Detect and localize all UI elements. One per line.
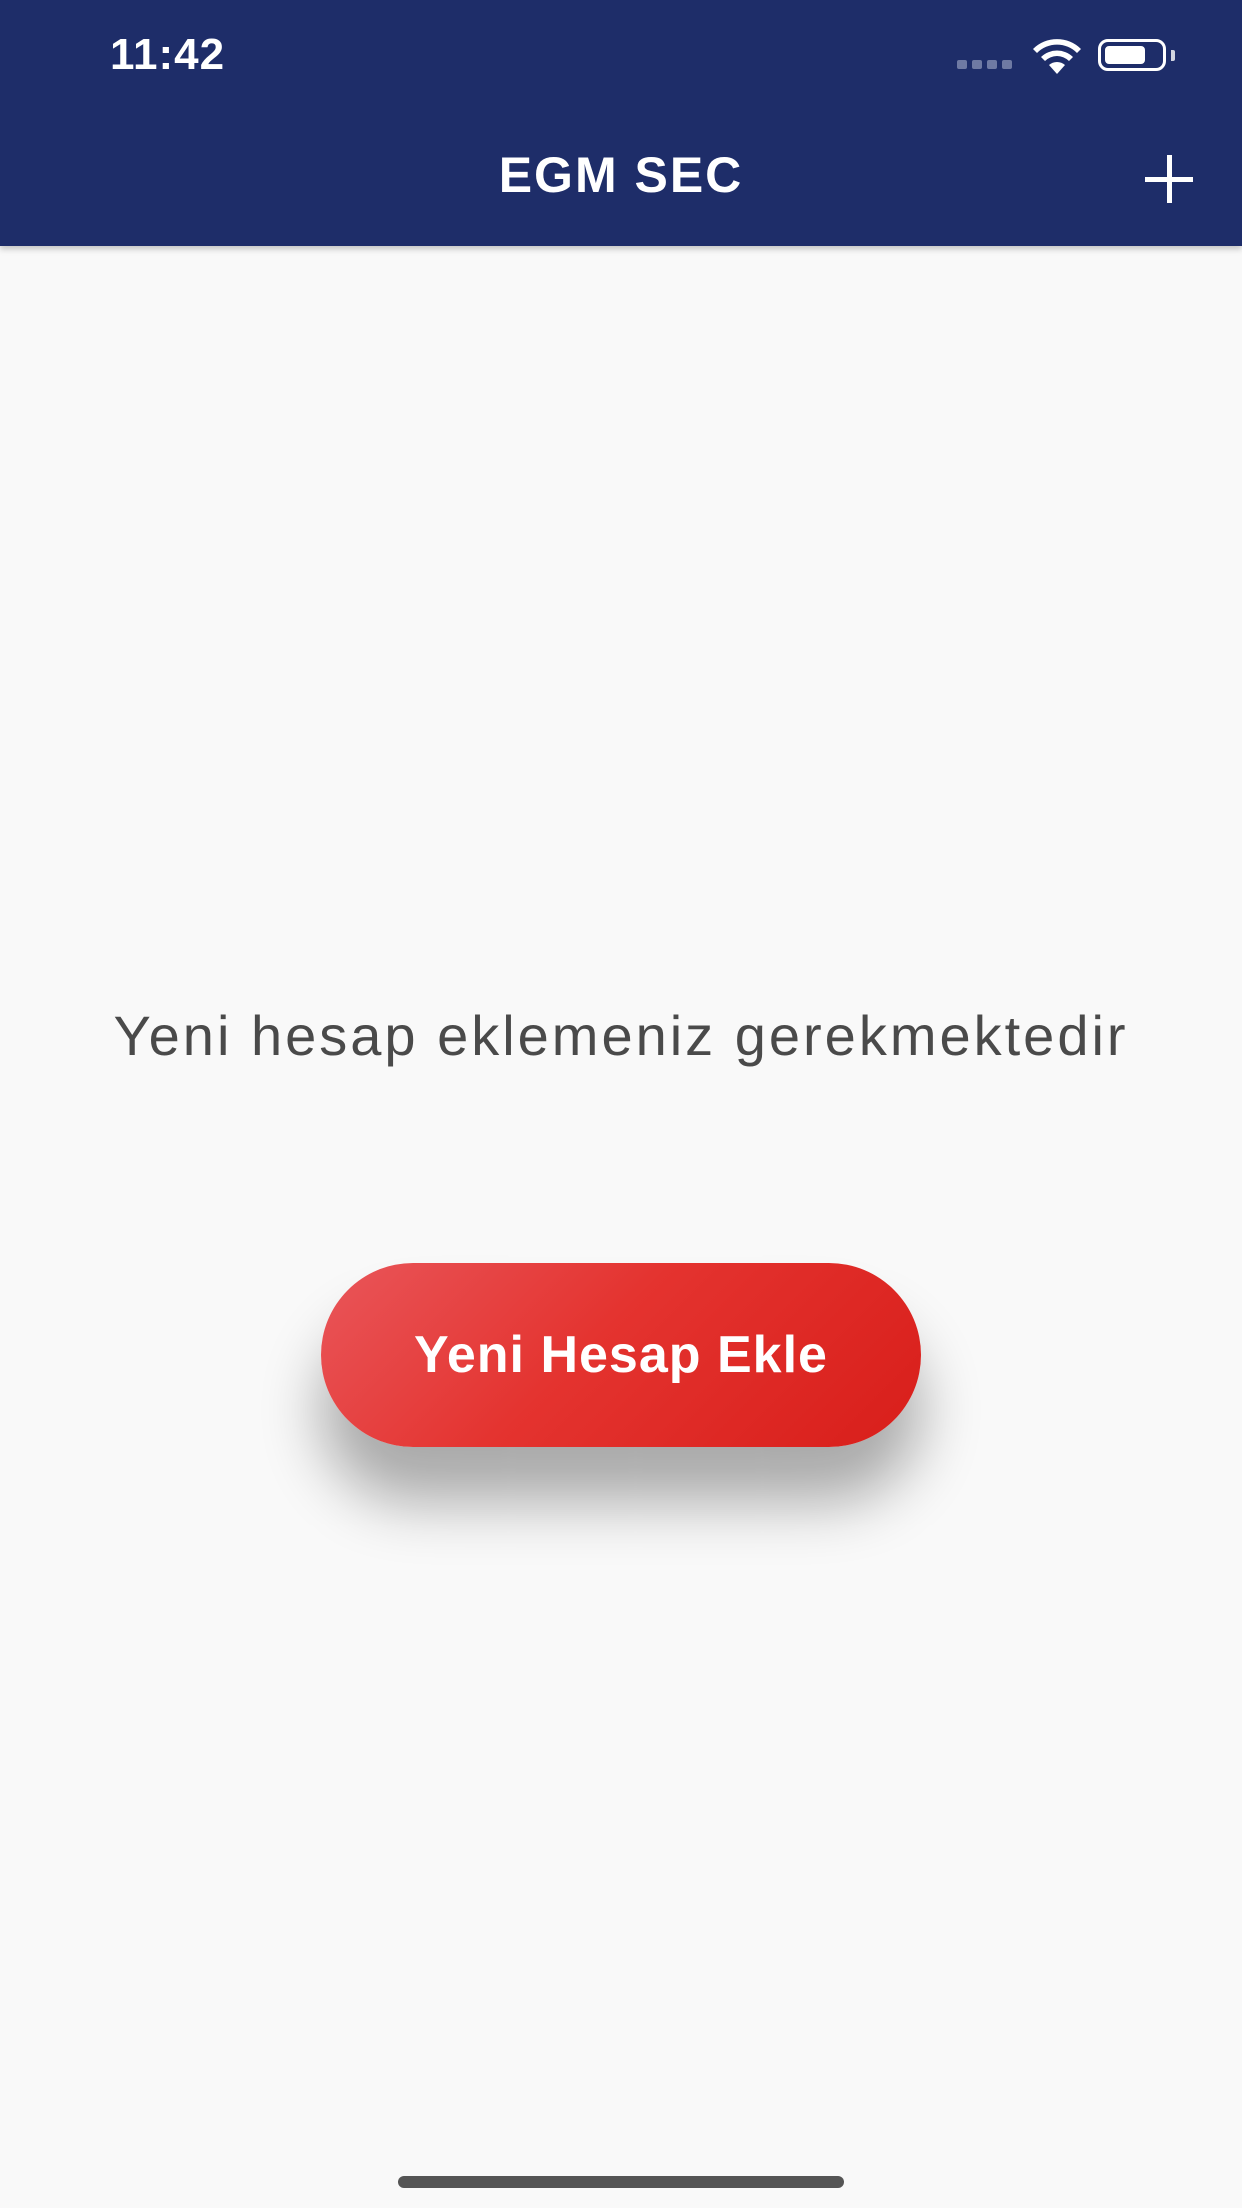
empty-state-message: Yeni hesap eklemeniz gerekmektedir bbox=[113, 1004, 1129, 1067]
wifi-icon bbox=[1033, 39, 1081, 74]
add-account-button[interactable]: Yeni Hesap Ekle bbox=[321, 1263, 921, 1447]
battery-icon bbox=[1098, 39, 1166, 71]
cellular-signal-icon bbox=[957, 60, 1012, 69]
plus-icon[interactable] bbox=[1145, 155, 1193, 203]
battery-tip bbox=[1171, 50, 1175, 61]
page-title: EGM SEC bbox=[498, 147, 744, 203]
top-bar: 11:42 EGM SEC bbox=[0, 0, 1242, 246]
status-time: 11:42 bbox=[110, 30, 226, 79]
home-indicator bbox=[398, 2176, 844, 2188]
